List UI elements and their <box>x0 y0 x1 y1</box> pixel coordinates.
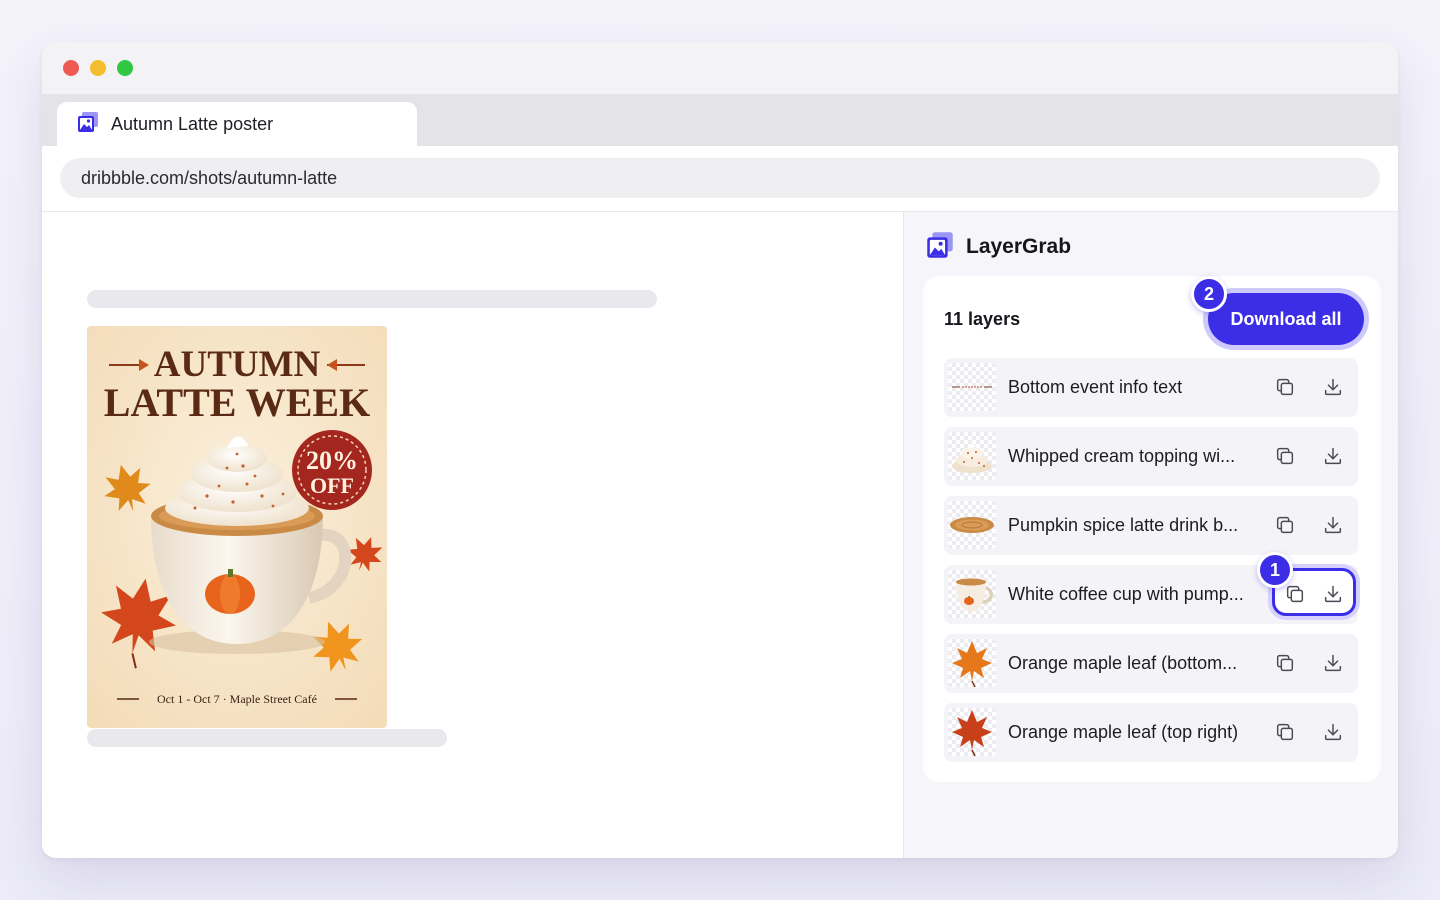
coffee-cup-thumbnail-icon <box>956 578 993 612</box>
url-text: dribbble.com/shots/autumn-latte <box>81 167 338 188</box>
discount-percent: 20% <box>306 446 358 475</box>
poster-artwork: AUTUMN LATTE WEEK 20% OFF Oct 1 - Oct 7 … <box>87 326 387 728</box>
layer-thumbnail <box>948 501 996 549</box>
poster-headline-line2: LATTE WEEK <box>104 380 370 425</box>
copy-icon[interactable] <box>1283 582 1307 606</box>
download-icon[interactable] <box>1321 582 1345 606</box>
url-bar[interactable]: dribbble.com/shots/autumn-latte <box>60 158 1380 198</box>
copy-icon[interactable] <box>1273 375 1297 399</box>
download-icon[interactable] <box>1321 720 1345 744</box>
tab-title: Autumn Latte poster <box>111 113 274 134</box>
latte-drink-thumbnail-icon <box>950 517 994 533</box>
tab-autumn-latte-poster[interactable]: Autumn Latte poster <box>57 102 417 146</box>
download-icon[interactable] <box>1321 651 1345 675</box>
copy-icon[interactable] <box>1273 720 1297 744</box>
poster-footer-text: Oct 1 - Oct 7 · Maple Street Café <box>157 692 317 706</box>
browser-window: Autumn Latte poster dribbble.com/shots/a… <box>42 42 1398 858</box>
autumn-latte-poster[interactable]: AUTUMN LATTE WEEK 20% OFF Oct 1 - Oct 7 … <box>87 326 387 728</box>
address-bar-area: dribbble.com/shots/autumn-latte <box>42 146 1398 212</box>
tab-strip: Autumn Latte poster <box>42 94 1398 146</box>
window-titlebar <box>42 42 1398 94</box>
poster-headline-line1: AUTUMN <box>154 344 321 385</box>
layer-thumbnail <box>948 639 996 687</box>
layer-name: Orange maple leaf (top right) <box>1008 722 1239 742</box>
layer-thumbnail <box>948 363 996 411</box>
layer-row-pumpkin-spice-latte[interactable]: Pumpkin spice latte drink b... <box>944 496 1358 555</box>
layer-name: White coffee cup with pump... <box>1008 584 1244 604</box>
copy-icon[interactable] <box>1273 444 1297 468</box>
copy-icon[interactable] <box>1273 513 1297 537</box>
layergrab-logo-icon <box>926 231 954 264</box>
layer-thumbnail <box>948 570 996 618</box>
layer-row-bottom-event-info-text[interactable]: Bottom event info text <box>944 358 1358 417</box>
copy-icon[interactable] <box>1273 651 1297 675</box>
layer-name: Whipped cream topping wi... <box>1008 446 1236 466</box>
download-icon[interactable] <box>1321 444 1345 468</box>
layer-row-white-coffee-cup[interactable]: White coffee cup with pump... 1 <box>944 552 1358 624</box>
layergrab-side-panel: LayerGrab 11 layers Download all 2 Botto… <box>903 212 1398 858</box>
close-window-button[interactable] <box>63 60 79 76</box>
discount-off: OFF <box>310 473 354 498</box>
web-page-content: AUTUMN LATTE WEEK 20% OFF Oct 1 - Oct 7 … <box>42 212 903 858</box>
layer-row-orange-maple-leaf-bottom[interactable]: Orange maple leaf (bottom... <box>944 634 1358 693</box>
maple-leaf-red-thumbnail-icon <box>952 710 992 756</box>
discount-seal: 20% OFF <box>292 430 372 510</box>
step-badge-2: 2 <box>1191 276 1227 312</box>
layer-thumbnail <box>948 708 996 756</box>
layer-row-orange-maple-leaf-top-right[interactable]: Orange maple leaf (top right) <box>944 703 1358 762</box>
extension-header: LayerGrab <box>926 231 1072 264</box>
layer-name: Bottom event info text <box>1008 377 1183 397</box>
layer-row-whipped-cream[interactable]: Whipped cream topping wi... <box>944 427 1358 486</box>
maple-leaf-orange-thumbnail-icon <box>952 641 992 687</box>
layer-list: Bottom event info text Whipped cream top… <box>944 358 1358 772</box>
extension-title: LayerGrab <box>966 235 1072 258</box>
download-all-button[interactable]: Download all <box>1203 288 1369 350</box>
layer-count: 11 layers <box>944 309 1021 329</box>
skeleton-title-placeholder <box>87 290 657 308</box>
text-strip-thumbnail-icon <box>952 386 992 388</box>
layers-card: 11 layers Download all 2 Bottom event in… <box>923 276 1381 782</box>
download-icon[interactable] <box>1321 513 1345 537</box>
skeleton-caption-placeholder <box>87 729 447 747</box>
layer-thumbnail <box>948 432 996 480</box>
download-all-label: Download all <box>1208 293 1364 345</box>
step-badge-1: 1 <box>1257 552 1293 588</box>
download-icon[interactable] <box>1321 375 1345 399</box>
maximize-window-button[interactable] <box>117 60 133 76</box>
layer-name: Orange maple leaf (bottom... <box>1008 653 1238 673</box>
layer-name: Pumpkin spice latte drink b... <box>1008 515 1239 535</box>
image-favicon-icon <box>77 111 99 138</box>
whipped-cream-thumbnail-icon <box>952 443 992 473</box>
minimize-window-button[interactable] <box>90 60 106 76</box>
